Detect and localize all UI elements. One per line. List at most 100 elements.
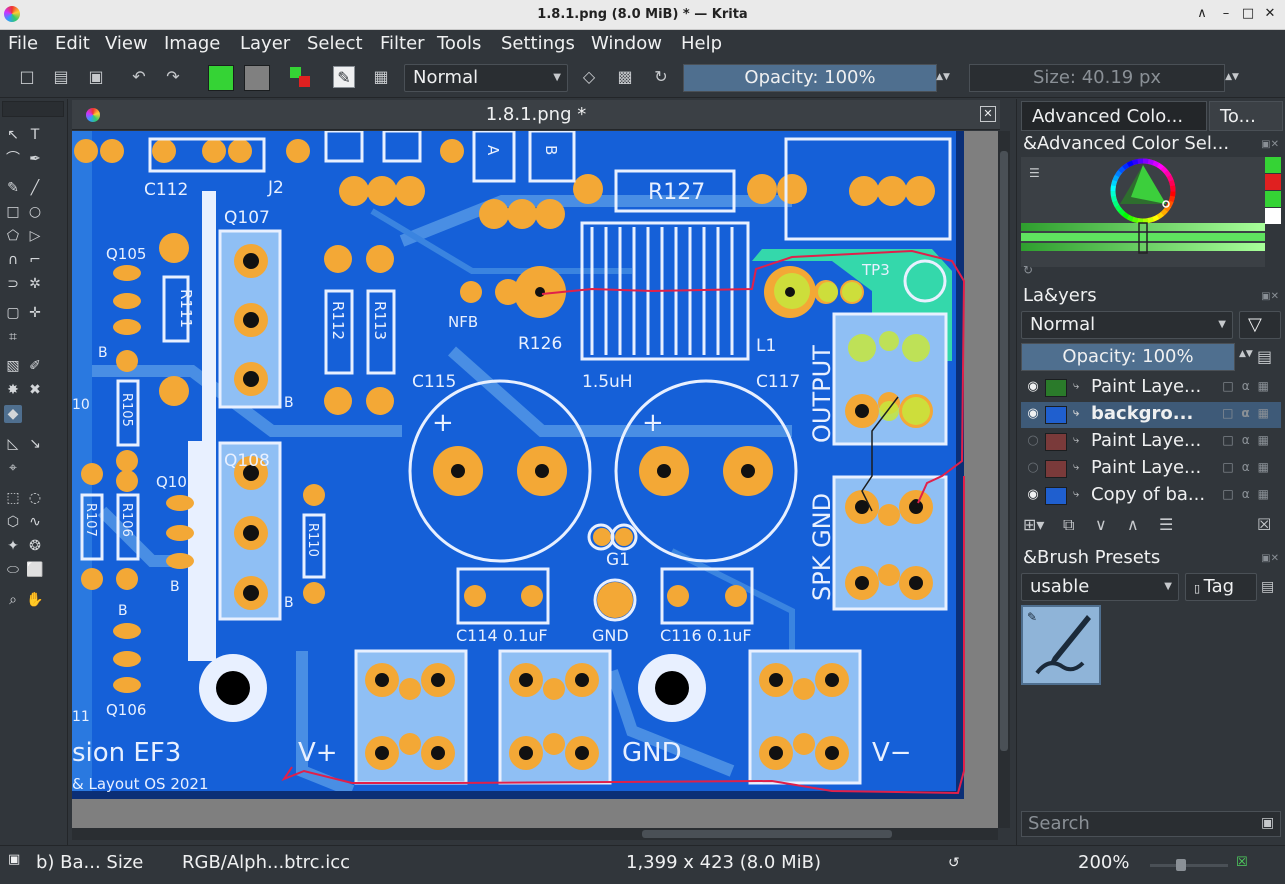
canvas-horizontal-scrollbar[interactable] xyxy=(72,828,998,840)
transform-tool-icon[interactable]: ▢ xyxy=(4,304,22,322)
polygonal-selection-tool-icon[interactable]: ⬡ xyxy=(4,513,22,531)
zoom-slider-handle[interactable] xyxy=(1176,859,1186,871)
docker-float-close-icon[interactable]: ▣✕ xyxy=(1261,139,1279,150)
duplicate-layer-icon[interactable]: ⧉ xyxy=(1063,515,1074,535)
layer-opacity-slider[interactable]: Opacity: 100% xyxy=(1021,343,1235,371)
tab-tool-options[interactable]: To... xyxy=(1209,101,1283,131)
preserve-alpha-icon[interactable]: ▩ xyxy=(614,66,636,88)
menu-view[interactable]: View xyxy=(105,33,148,54)
move-tool-icon[interactable]: ✛ xyxy=(26,304,44,322)
rotation-reset-icon[interactable]: ↺ xyxy=(948,855,960,871)
visibility-eye-icon[interactable]: ◉ xyxy=(1025,379,1041,395)
canvas[interactable]: C112 J2 Q107 R127 Q105 NFB R126 L1 TP3 C… xyxy=(72,131,998,828)
layers-float-close-icon[interactable]: ▣✕ xyxy=(1261,291,1279,302)
brush-view-options-icon[interactable]: ▤ xyxy=(1261,579,1274,595)
vertical-scrollbar-thumb[interactable] xyxy=(1000,151,1008,751)
menu-settings[interactable]: Settings xyxy=(501,33,575,54)
move-layer-up-icon[interactable]: ∧ xyxy=(1127,515,1139,534)
wraparound-icon[interactable]: ☒ xyxy=(1236,855,1248,870)
advanced-color-selector[interactable]: ☰ xyxy=(1021,157,1281,267)
freehand-brush-tool-icon[interactable]: ✎ xyxy=(4,179,22,197)
redo-icon[interactable]: ↷ xyxy=(162,66,184,88)
rectangle-tool-icon[interactable]: □ xyxy=(4,203,22,221)
brush-presets-float-close-icon[interactable]: ▣✕ xyxy=(1261,553,1279,564)
size-stepper-icon[interactable]: ▲▼ xyxy=(1225,66,1239,88)
freehand-path-tool-icon[interactable]: ⌐ xyxy=(26,251,44,269)
reload-preset-icon[interactable]: ↻ xyxy=(650,66,672,88)
size-slider[interactable]: Size: 40.19 px xyxy=(969,64,1225,92)
horizontal-scrollbar-thumb[interactable] xyxy=(642,830,892,838)
maximize-icon[interactable]: □ xyxy=(1240,6,1256,22)
pan-tool-icon[interactable]: ✋ xyxy=(26,591,44,609)
calligraphy-tool-icon[interactable]: ✒ xyxy=(26,150,44,168)
menu-window[interactable]: Window xyxy=(591,33,662,54)
text-tool-icon[interactable]: T xyxy=(26,126,44,144)
color-history-swatch-3[interactable] xyxy=(1265,191,1281,207)
layer-filter-button[interactable]: ▽ xyxy=(1239,311,1281,339)
layer-row[interactable]: ◉ ⤷ Paint Laye... □α▦ xyxy=(1021,375,1281,401)
dynamic-brush-tool-icon[interactable]: ⊃ xyxy=(4,275,22,293)
layer-row[interactable]: ○ ⤷ Paint Laye... □α▦ xyxy=(1021,456,1281,482)
zoom-slider[interactable] xyxy=(1150,859,1228,871)
layer-opacity-stepper-icon[interactable]: ▲▼ xyxy=(1239,349,1253,359)
fg-bg-color-selector-icon[interactable] xyxy=(289,66,311,88)
tag-button[interactable]: ▯ Tag xyxy=(1185,573,1257,601)
magnetic-selection-tool-icon[interactable]: ⬜ xyxy=(26,561,44,579)
color-menu-icon[interactable]: ☰ xyxy=(1029,166,1040,180)
fill-tool-icon[interactable]: ◆ xyxy=(4,405,22,423)
assistant-tool-icon[interactable]: ↘ xyxy=(26,435,44,453)
tab-advanced-color[interactable]: Advanced Colo... xyxy=(1021,101,1207,131)
brush-preview-icon[interactable]: ▣ xyxy=(8,852,20,867)
visibility-eye-icon[interactable]: ◉ xyxy=(1025,487,1041,503)
layer-row-selected[interactable]: ◉ ⤷ backgro... □α▦ xyxy=(1021,402,1281,428)
colorize-mask-tool-icon[interactable]: ✸ xyxy=(4,381,22,399)
freehand-selection-tool-icon[interactable]: ∿ xyxy=(26,513,44,531)
collapse-icon[interactable]: ∧ xyxy=(1194,6,1210,22)
brush-presets-grid-icon[interactable]: ▦ xyxy=(370,66,392,88)
zoom-tool-icon[interactable]: ⌕ xyxy=(4,591,22,609)
gradient-tool-icon[interactable]: ▧ xyxy=(4,357,22,375)
layer-lock-alpha-icons[interactable]: □α▦ xyxy=(1222,460,1277,474)
foreground-gradient-swatch[interactable] xyxy=(208,65,234,91)
menu-select[interactable]: Select xyxy=(307,33,363,54)
smart-patch-tool-icon[interactable]: ✖ xyxy=(26,381,44,399)
brush-preset-thumbnail[interactable]: ✎ xyxy=(1021,605,1101,685)
menu-layer[interactable]: Layer xyxy=(240,33,290,54)
opacity-stepper-icon[interactable]: ▲▼ xyxy=(936,66,950,88)
line-tool-icon[interactable]: ╱ xyxy=(26,179,44,197)
layer-lock-alpha-icons[interactable]: □α▦ xyxy=(1222,406,1277,420)
close-window-icon[interactable]: ✕ xyxy=(1262,6,1278,22)
status-color-profile[interactable]: RGB/Alph...btrc.icc xyxy=(182,852,350,873)
brush-preset-icon[interactable]: ✎ xyxy=(333,66,355,88)
toolbox-handle[interactable] xyxy=(2,101,64,117)
status-zoom[interactable]: 200% xyxy=(1078,852,1129,873)
document-tab[interactable]: 1.8.1.png * ✕ xyxy=(72,100,1000,130)
menu-edit[interactable]: Edit xyxy=(55,33,90,54)
eraser-mode-icon[interactable]: ◇ xyxy=(578,66,600,88)
crop-tool-icon[interactable]: ⌗ xyxy=(4,328,22,346)
layer-blend-mode-dropdown[interactable]: Normal ▼ xyxy=(1021,311,1233,339)
canvas-vertical-scrollbar[interactable] xyxy=(998,131,1010,828)
color-picker-tool-icon[interactable]: ✐ xyxy=(26,357,44,375)
layer-row[interactable]: ○ ⤷ Paint Laye... □α▦ xyxy=(1021,429,1281,455)
color-history-swatch-4[interactable] xyxy=(1265,208,1281,224)
rectangular-selection-tool-icon[interactable]: ⬚ xyxy=(4,489,22,507)
polyline-tool-icon[interactable]: ▷ xyxy=(26,227,44,245)
open-document-icon[interactable]: ▤ xyxy=(50,66,72,88)
blend-mode-dropdown[interactable]: Normal ▼ xyxy=(404,64,568,92)
layer-row[interactable]: ◉ ⤷ Copy of ba... □α▦ xyxy=(1021,483,1281,509)
brush-tag-dropdown[interactable]: usable ▼ xyxy=(1021,573,1179,601)
pattern-swatch[interactable] xyxy=(244,65,270,91)
menu-filter[interactable]: Filter xyxy=(380,33,425,54)
save-search-icon[interactable]: ▣ xyxy=(1261,815,1274,831)
hidden-eye-icon[interactable]: ○ xyxy=(1025,460,1041,476)
menu-tools[interactable]: Tools xyxy=(437,33,481,54)
bezier-selection-tool-icon[interactable]: ⬭ xyxy=(4,561,22,579)
undo-icon[interactable]: ↶ xyxy=(128,66,150,88)
save-icon[interactable]: ▣ xyxy=(85,66,107,88)
move-layer-down-icon[interactable]: ∨ xyxy=(1095,515,1107,534)
delete-layer-icon[interactable]: ☒ xyxy=(1257,515,1271,534)
contiguous-selection-tool-icon[interactable]: ✦ xyxy=(4,537,22,555)
color-history-swatch-1[interactable] xyxy=(1265,157,1281,173)
color-history-swatch-2[interactable] xyxy=(1265,174,1281,190)
